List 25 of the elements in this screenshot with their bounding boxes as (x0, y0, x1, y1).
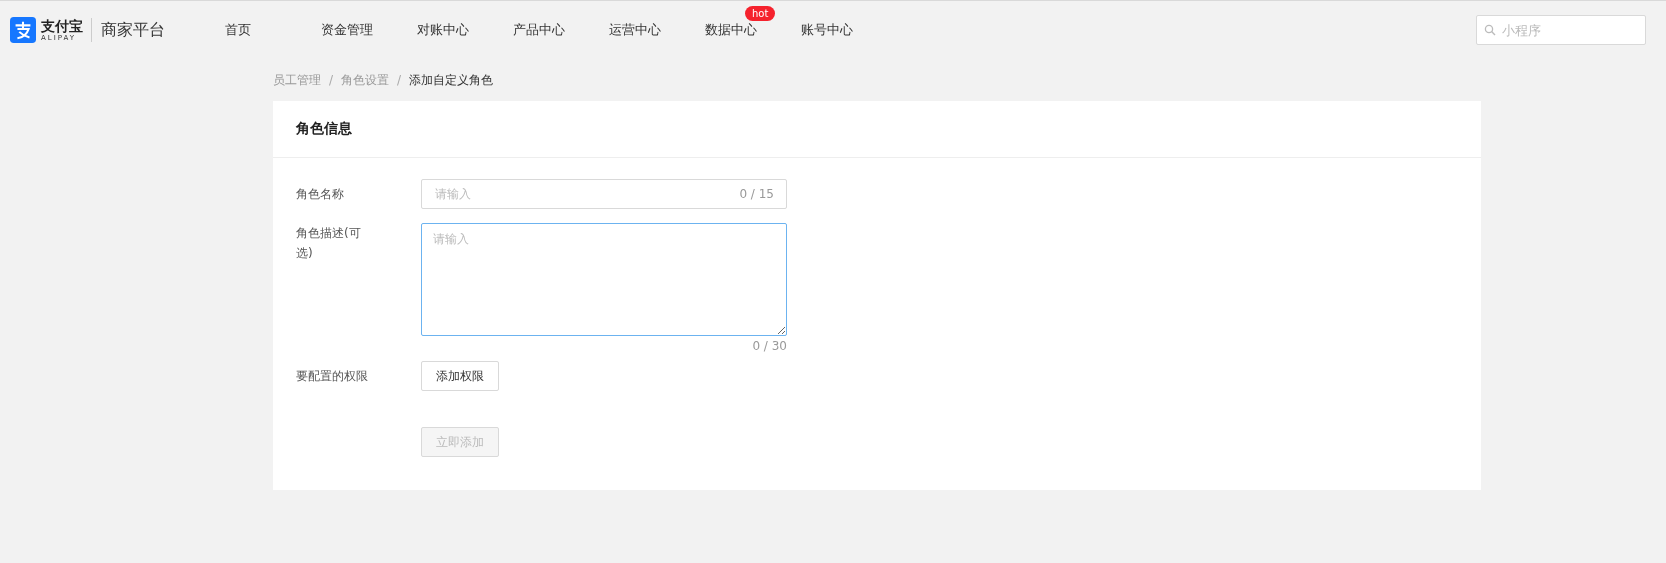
nav-link[interactable]: 运营中心 (609, 22, 661, 37)
breadcrumb-separator: / (397, 73, 402, 87)
character-counter: 0 / 30 (752, 338, 787, 355)
card-title: 角色信息 (296, 120, 352, 138)
brand-name: 支付宝 (41, 18, 83, 33)
search-input[interactable]: 小程序 (1500, 21, 1644, 39)
search-icon (1484, 24, 1496, 36)
hot-badge: hot (745, 6, 776, 21)
textarea-field[interactable]: 请输入 (421, 223, 787, 336)
nav-link[interactable]: 对账中心 (417, 22, 469, 37)
character-counter: 0 / 15 (739, 187, 774, 201)
add-permission-button[interactable]: 添加权限 (421, 361, 499, 391)
nav-link[interactable]: 产品中心 (513, 22, 565, 37)
field-label: 角色名称 (296, 186, 345, 203)
nav-link[interactable]: 数据中心 (705, 22, 757, 37)
field-label: 要配置的权限 (296, 368, 369, 385)
breadcrumb-separator: / (329, 73, 334, 87)
nav-link[interactable]: 资金管理 (321, 22, 373, 37)
breadcrumb-current: 添加自定义角色 (409, 71, 494, 89)
logo-icon (10, 17, 36, 43)
product-name: 商家平台 (91, 18, 165, 42)
search-field[interactable]: 小程序 (1476, 15, 1646, 45)
nav-link[interactable]: 账号中心 (801, 22, 853, 37)
field-label: 角色描述(可选) (296, 225, 362, 262)
nav-link[interactable]: 首页 (225, 22, 251, 37)
